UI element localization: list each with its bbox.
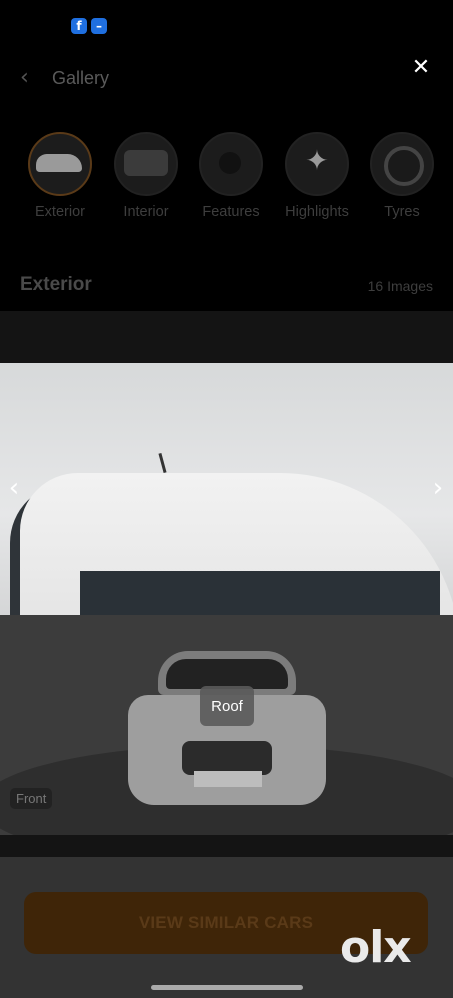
- overlay-top: [0, 311, 453, 363]
- tab-features[interactable]: Features: [189, 132, 273, 220]
- car-front-view: [128, 651, 326, 811]
- overlay-bottom: [0, 835, 453, 857]
- sparkle-icon: ✦: [305, 144, 329, 177]
- tab-label: Features: [202, 204, 260, 220]
- exterior-thumbnail: [28, 132, 92, 196]
- page-title: Gallery: [52, 68, 110, 88]
- header: ‹ Gallery ✕: [0, 56, 453, 98]
- home-indicator: [151, 985, 303, 990]
- section-title: Exterior: [20, 274, 92, 295]
- footer: VIEW SIMILAR CARS olx: [0, 857, 453, 998]
- tab-label: Interior: [123, 204, 169, 220]
- tab-highlights[interactable]: ✦ Highlights: [275, 132, 359, 220]
- image-count: 16 Images: [367, 278, 433, 294]
- close-icon[interactable]: ✕: [409, 56, 433, 80]
- roof-hotspot[interactable]: Roof: [200, 686, 254, 726]
- highlights-thumbnail: ✦: [285, 132, 349, 196]
- tab-label: Highlights: [285, 204, 349, 220]
- interior-thumbnail: [114, 132, 178, 196]
- tyres-thumbnail: [370, 132, 434, 196]
- status-icons: f –: [71, 18, 107, 34]
- tab-exterior[interactable]: Exterior: [18, 132, 102, 220]
- tab-label: Tyres: [384, 204, 420, 220]
- messenger-icon: –: [91, 18, 107, 34]
- olx-logo: olx: [340, 922, 412, 973]
- tab-label: Exterior: [35, 204, 85, 220]
- car-photo[interactable]: [0, 363, 453, 615]
- tab-interior[interactable]: Interior: [104, 132, 188, 220]
- category-tabs: Exterior Interior Features ✦ Highlights …: [0, 132, 453, 222]
- section-header: Exterior 16 Images: [0, 274, 453, 300]
- back-icon[interactable]: ‹: [20, 66, 44, 90]
- front-badge: Front: [10, 788, 53, 809]
- next-image-icon[interactable]: ›: [426, 470, 450, 506]
- prev-image-icon[interactable]: ‹: [2, 470, 26, 506]
- facebook-icon: f: [71, 18, 87, 34]
- features-thumbnail: [199, 132, 263, 196]
- tab-tyres[interactable]: Tyres: [360, 132, 444, 220]
